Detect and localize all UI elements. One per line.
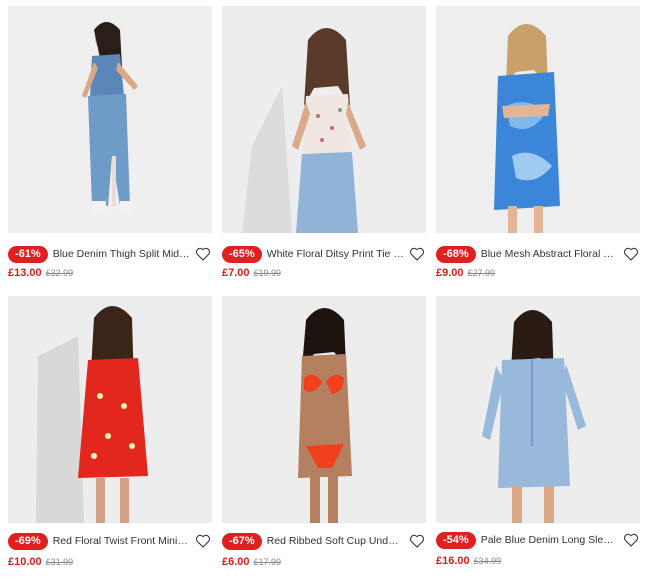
original-price: £34.99 [473,556,502,566]
product-card[interactable]: -69% Red Floral Twist Front Mini Dress £… [8,296,212,576]
discount-badge: -65% [222,245,262,263]
product-image[interactable] [222,296,426,523]
wishlist-heart-icon[interactable] [194,532,212,550]
original-price: £27.99 [467,268,496,278]
product-image[interactable] [436,296,640,523]
product-title[interactable]: Red Ribbed Soft Cup Underwired Bikini To… [267,535,404,547]
product-image[interactable] [8,6,212,233]
discount-badge: -68% [436,245,476,263]
product-card[interactable]: -61% Blue Denim Thigh Split Midi Skirt £… [8,6,212,286]
product-image[interactable] [436,6,640,233]
product-title[interactable]: Pale Blue Denim Long Sleeve Playsuit [481,534,618,546]
product-title[interactable]: Red Floral Twist Front Mini Dress [53,535,190,547]
discount-badge: -61% [8,245,48,263]
sale-price: £13.00 [8,267,42,279]
wishlist-heart-icon[interactable] [408,532,426,550]
wishlist-heart-icon[interactable] [622,245,640,263]
wishlist-heart-icon[interactable] [408,245,426,263]
product-grid: -61% Blue Denim Thigh Split Midi Skirt £… [0,0,650,581]
product-card[interactable]: -65% White Floral Ditsy Print Tie Neck C… [222,6,426,286]
original-price: £17.99 [253,557,282,567]
product-title[interactable]: Blue Mesh Abstract Floral Mini Dress [481,248,618,260]
product-image[interactable] [8,296,212,523]
product-card[interactable]: -54% Pale Blue Denim Long Sleeve Playsui… [436,296,640,576]
discount-badge: -69% [8,532,48,550]
product-title[interactable]: Blue Denim Thigh Split Midi Skirt [53,248,190,260]
product-card[interactable]: -68% Blue Mesh Abstract Floral Mini Dres… [436,6,640,286]
discount-badge: -54% [436,531,476,549]
discount-badge: -67% [222,532,262,550]
product-card[interactable]: -67% Red Ribbed Soft Cup Underwired Biki… [222,296,426,576]
original-price: £32.99 [45,268,74,278]
sale-price: £9.00 [436,267,464,279]
product-title[interactable]: White Floral Ditsy Print Tie Neck Cami T… [267,248,404,260]
sale-price: £6.00 [222,556,250,568]
wishlist-heart-icon[interactable] [194,245,212,263]
sale-price: £16.00 [436,555,470,567]
sale-price: £7.00 [222,267,250,279]
wishlist-heart-icon[interactable] [622,531,640,549]
original-price: £31.99 [45,557,74,567]
original-price: £19.99 [253,268,282,278]
product-image[interactable] [222,6,426,233]
sale-price: £10.00 [8,556,42,568]
